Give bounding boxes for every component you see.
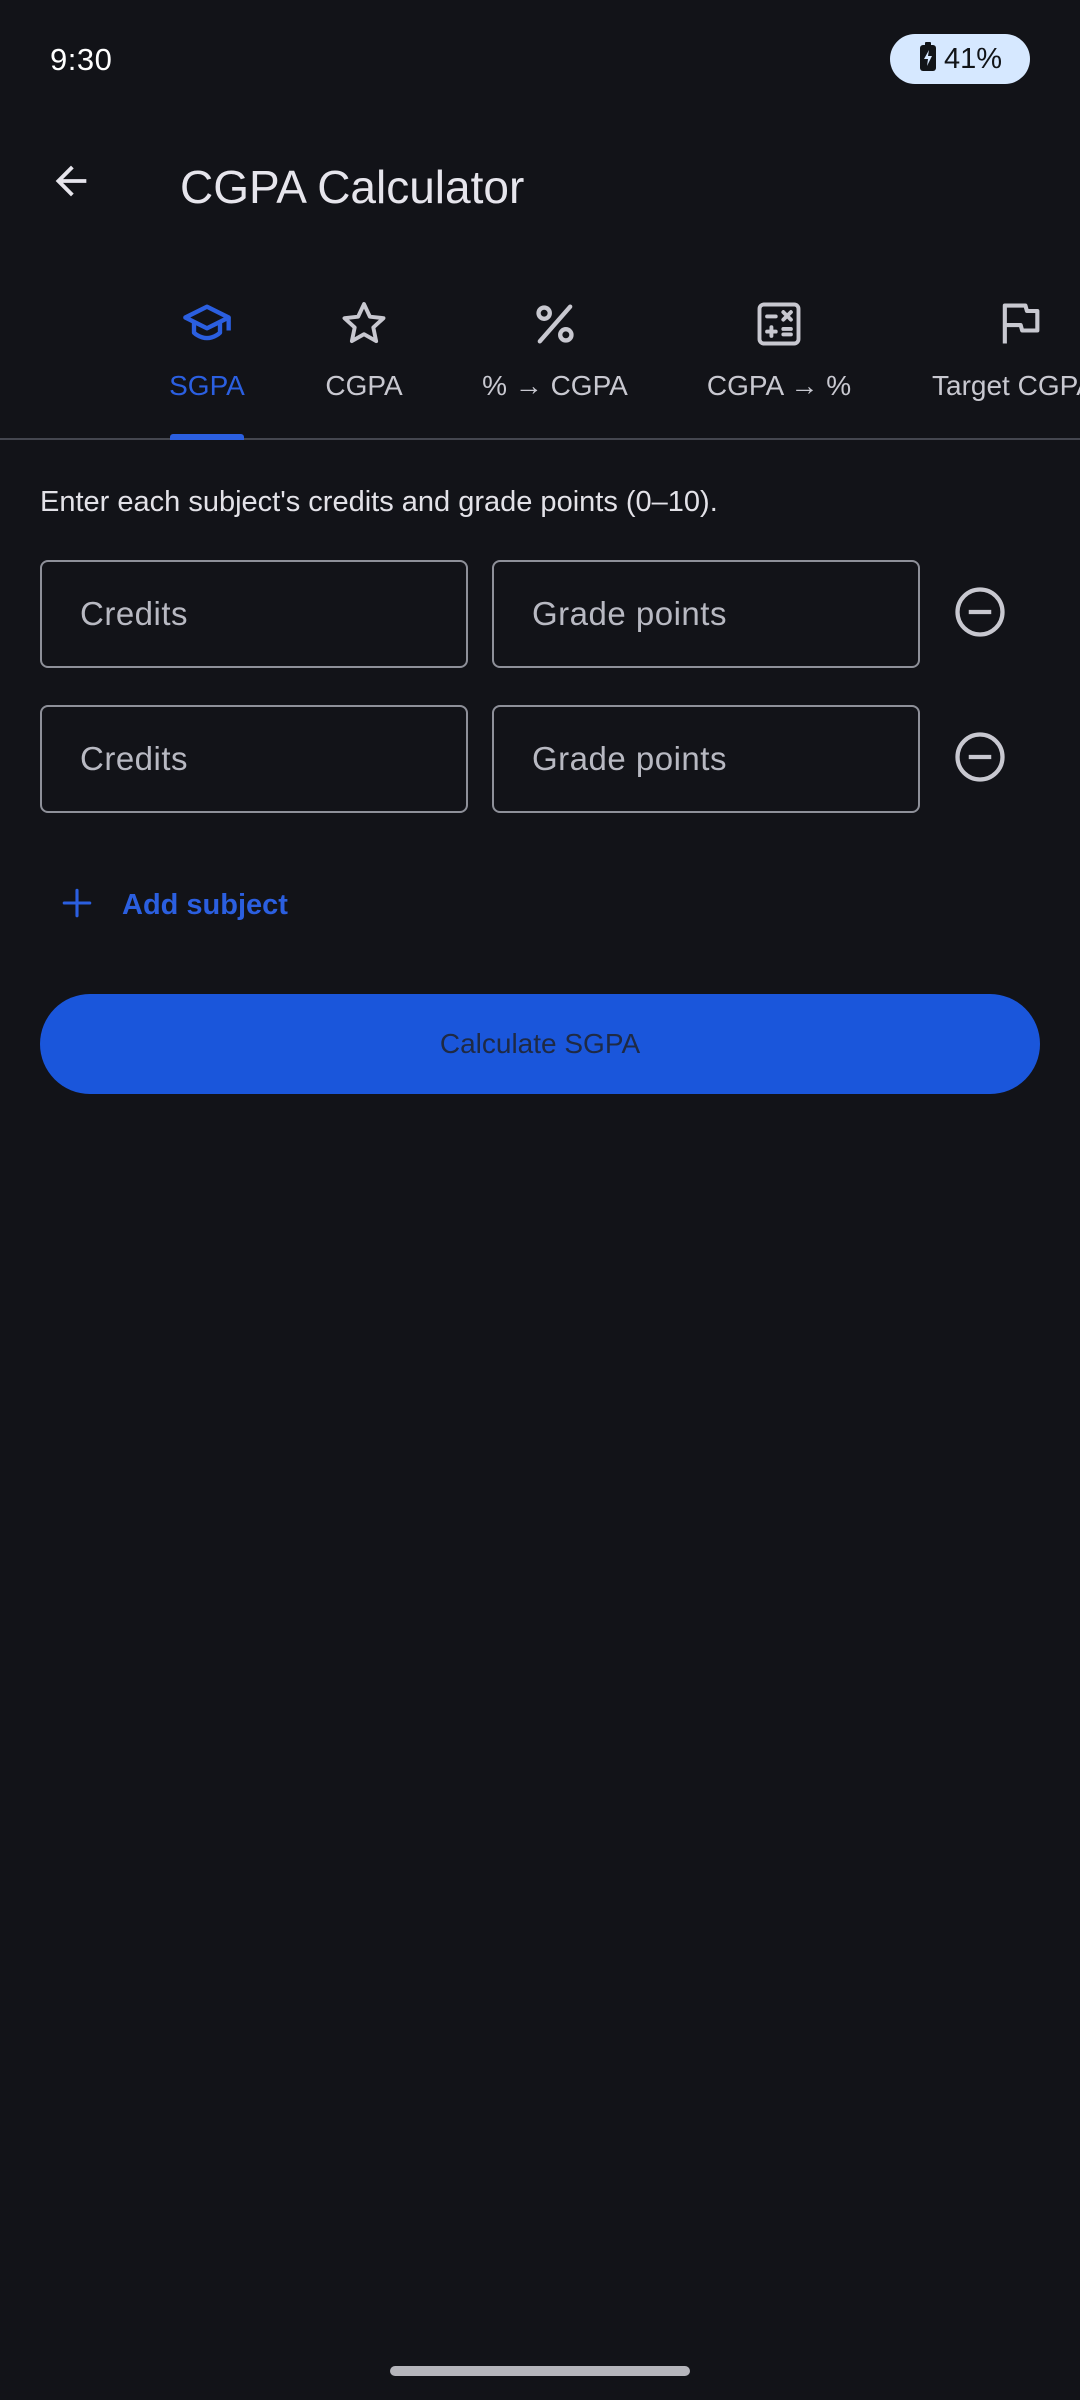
- tab-target-cgpa[interactable]: Target CGPA: [932, 280, 1080, 438]
- tab-cgpa-to-percent[interactable]: CGPA → %: [696, 280, 862, 438]
- status-time: 9:30: [50, 42, 113, 77]
- back-button[interactable]: [38, 150, 104, 216]
- grade-points-input-1[interactable]: [492, 560, 920, 668]
- add-subject-label: Add subject: [122, 888, 288, 921]
- tab-percent-to-cgpa[interactable]: % → CGPA: [470, 280, 640, 438]
- calculator-icon: [751, 296, 807, 352]
- instructions-text: Enter each subject's credits and grade p…: [40, 486, 718, 518]
- flag-icon: [992, 296, 1048, 352]
- add-subject-button[interactable]: Add subject: [60, 870, 288, 940]
- credits-input-2[interactable]: [40, 705, 468, 813]
- plus-icon: [60, 886, 94, 925]
- battery-percent: 41%: [943, 42, 1003, 75]
- tab-sgpa[interactable]: SGPA: [150, 280, 264, 440]
- graduation-cap-icon: [179, 296, 235, 352]
- tab-label: CGPA → %: [706, 370, 852, 401]
- calculate-sgpa-label: Calculate SGPA: [439, 1028, 641, 1059]
- remove-circle-icon: [953, 585, 1007, 644]
- active-tab-indicator: [170, 434, 244, 440]
- credits-input-1[interactable]: [40, 560, 468, 668]
- tab-label: SGPA: [169, 370, 245, 401]
- percent-icon: [527, 296, 583, 352]
- calculate-sgpa-button[interactable]: Calculate SGPA: [40, 994, 1040, 1094]
- screen: 9:30 41% CGPA Calculator SGPA CGPA % → C…: [0, 0, 1080, 2400]
- grade-points-input-2[interactable]: [492, 705, 920, 813]
- star-icon: [336, 296, 392, 352]
- remove-subject-button-2[interactable]: [948, 727, 1012, 791]
- tab-label: CGPA: [325, 370, 403, 401]
- page-title: CGPA Calculator: [180, 161, 525, 213]
- tab-label: Target CGPA: [932, 370, 1080, 401]
- remove-subject-button-1[interactable]: [948, 582, 1012, 646]
- battery-charging-icon: [918, 41, 938, 77]
- arrow-back-icon: [48, 158, 94, 209]
- home-indicator[interactable]: [390, 2366, 690, 2376]
- tab-cgpa[interactable]: CGPA: [306, 280, 422, 438]
- remove-circle-icon: [953, 730, 1007, 789]
- battery-indicator: 41%: [890, 34, 1030, 84]
- tab-bar: SGPA CGPA % → CGPA CGPA → % Target CGPA: [0, 280, 1080, 440]
- tab-label: % → CGPA: [482, 370, 628, 401]
